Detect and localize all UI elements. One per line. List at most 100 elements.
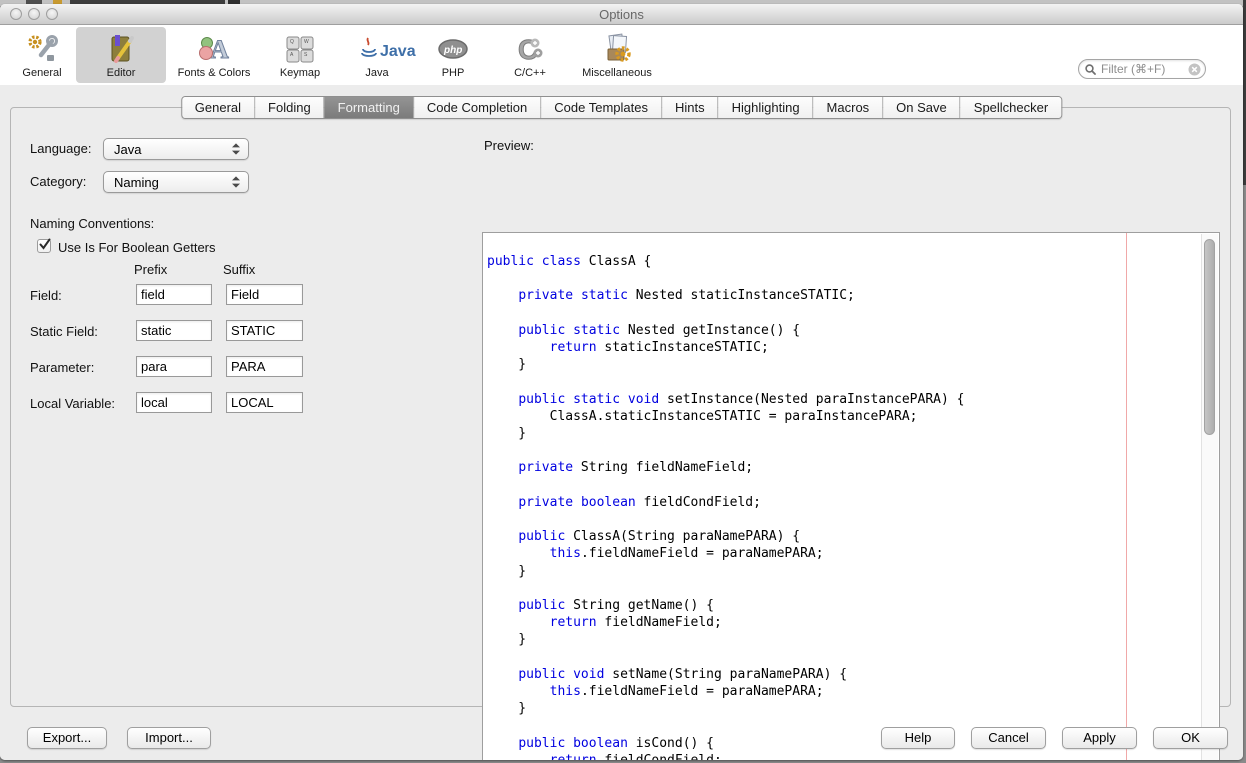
parameter-label: Parameter: [30, 360, 94, 375]
search-icon [1085, 64, 1096, 75]
svg-text:Q: Q [290, 39, 294, 45]
code-line [487, 580, 964, 597]
toolbar-item-php[interactable]: php PHP [416, 27, 490, 83]
code-line [487, 442, 964, 459]
toolbar-item-fonts-colors[interactable]: AFonts & Colors [166, 27, 262, 83]
tab-spellchecker[interactable]: Spellchecker [961, 97, 1061, 118]
preview-code: public class ClassA { private static Nes… [487, 253, 964, 760]
code-line: private static Nested staticInstanceSTAT… [487, 287, 964, 304]
toolbar-item-miscellaneous[interactable]: Miscellaneous [570, 27, 664, 83]
category-value: Naming [114, 175, 232, 190]
code-line: private boolean fieldCondField; [487, 494, 964, 511]
tab-on-save[interactable]: On Save [883, 97, 961, 118]
boolean-getters-checkbox-label: Use Is For Boolean Getters [58, 240, 216, 255]
local-variable-prefix-input[interactable] [136, 392, 212, 413]
gears-wrench-icon [25, 32, 59, 66]
svg-text:W: W [304, 39, 309, 45]
c-cpp-logo-icon: C [513, 32, 547, 66]
toolbar-item-java[interactable]: JavaJava [338, 27, 416, 83]
code-line: } [487, 563, 964, 580]
java-cup-icon: Java [360, 32, 394, 66]
preview-code-panel[interactable]: public class ClassA { private static Nes… [482, 232, 1220, 760]
help-button[interactable]: Help [881, 727, 955, 749]
window-title: Options [0, 7, 1243, 22]
tab-macros[interactable]: Macros [814, 97, 884, 118]
tab-folding[interactable]: Folding [255, 97, 325, 118]
code-line: } [487, 700, 964, 717]
svg-text:php: php [443, 45, 462, 56]
code-line: public static void setInstance(Nested pa… [487, 391, 964, 408]
php-logo-icon: php [436, 32, 470, 66]
parameter-prefix-input[interactable] [136, 356, 212, 377]
code-line: ClassA.staticInstanceSTATIC = paraInstan… [487, 408, 964, 425]
code-line: public class ClassA { [487, 253, 964, 270]
apply-button[interactable]: Apply [1062, 727, 1137, 749]
editor-options-content: GeneralFoldingFormattingCode CompletionC… [0, 85, 1243, 760]
toolbar-item-label: C/C++ [514, 67, 546, 79]
boolean-getters-checkbox[interactable] [37, 239, 51, 253]
ok-button[interactable]: OK [1153, 727, 1228, 749]
import-button[interactable]: Import... [127, 727, 211, 749]
toolbar-item-label: Fonts & Colors [178, 67, 251, 79]
code-line [487, 477, 964, 494]
code-line: return fieldCondField; [487, 752, 964, 760]
code-line: public void setName(String paraNamePARA)… [487, 666, 964, 683]
tab-code-templates[interactable]: Code Templates [541, 97, 662, 118]
cancel-button[interactable]: Cancel [971, 727, 1046, 749]
code-line [487, 649, 964, 666]
local-variable-label: Local Variable: [30, 396, 115, 411]
code-line: } [487, 425, 964, 442]
tab-general[interactable]: General [182, 97, 255, 118]
titlebar[interactable]: Options [0, 4, 1243, 25]
preview-label: Preview: [484, 138, 534, 153]
local-variable-suffix-input[interactable] [226, 392, 303, 413]
toolbar-item-general[interactable]: General [8, 27, 76, 83]
parameter-suffix-input[interactable] [226, 356, 303, 377]
toolbar-item-label: General [22, 67, 61, 79]
vertical-scrollbar[interactable] [1201, 234, 1218, 760]
export-button[interactable]: Export... [27, 727, 107, 749]
code-line [487, 305, 964, 322]
book-pencil-icon [104, 32, 138, 66]
code-line: } [487, 631, 964, 648]
fonts-colors-icon: A [197, 32, 231, 66]
stepper-arrows-icon [232, 176, 240, 188]
code-line [487, 511, 964, 528]
field-prefix-input[interactable] [136, 284, 212, 305]
code-line: } [487, 356, 964, 373]
language-label: Language: [30, 141, 91, 156]
field-suffix-input[interactable] [226, 284, 303, 305]
tab-code-completion[interactable]: Code Completion [414, 97, 541, 118]
prefix-column-header: Prefix [134, 262, 167, 277]
category-label: Category: [30, 174, 86, 189]
toolbar-item-keymap[interactable]: QWASKeymap [262, 27, 338, 83]
code-line: public static Nested getInstance() { [487, 322, 964, 339]
static-field-label: Static Field: [30, 324, 98, 339]
code-line: private String fieldNameField; [487, 459, 964, 476]
category-select[interactable]: Naming [103, 171, 249, 193]
code-line: public String getName() { [487, 597, 964, 614]
tab-formatting[interactable]: Formatting [325, 97, 414, 118]
stepper-arrows-icon [232, 143, 240, 155]
svg-text:Java: Java [380, 43, 416, 60]
toolbar-item-c-c[interactable]: CC/C++ [490, 27, 570, 83]
toolbar-item-editor[interactable]: Editor [76, 27, 166, 83]
scrollbar-thumb[interactable] [1204, 239, 1215, 435]
tab-hints[interactable]: Hints [662, 97, 719, 118]
editor-tabs: GeneralFoldingFormattingCode CompletionC… [181, 96, 1062, 119]
suffix-column-header: Suffix [223, 262, 255, 277]
toolbar-items: GeneralEditorAFonts & ColorsQWASKeymapJa… [8, 25, 664, 85]
filter-input[interactable] [1099, 61, 1188, 77]
code-line: this.fieldNameField = paraNamePARA; [487, 683, 964, 700]
language-select[interactable]: Java [103, 138, 249, 160]
checkmark-icon [37, 237, 53, 253]
clear-filter-icon[interactable] [1188, 63, 1201, 76]
code-line: public ClassA(String paraNamePARA) { [487, 528, 964, 545]
filter-search-box[interactable] [1078, 59, 1206, 79]
code-line: return staticInstanceSTATIC; [487, 339, 964, 356]
static-field-suffix-input[interactable] [226, 320, 303, 341]
static-field-prefix-input[interactable] [136, 320, 212, 341]
tab-highlighting[interactable]: Highlighting [719, 97, 814, 118]
naming-conventions-label: Naming Conventions: [30, 216, 154, 231]
toolbar-item-label: PHP [442, 67, 465, 79]
